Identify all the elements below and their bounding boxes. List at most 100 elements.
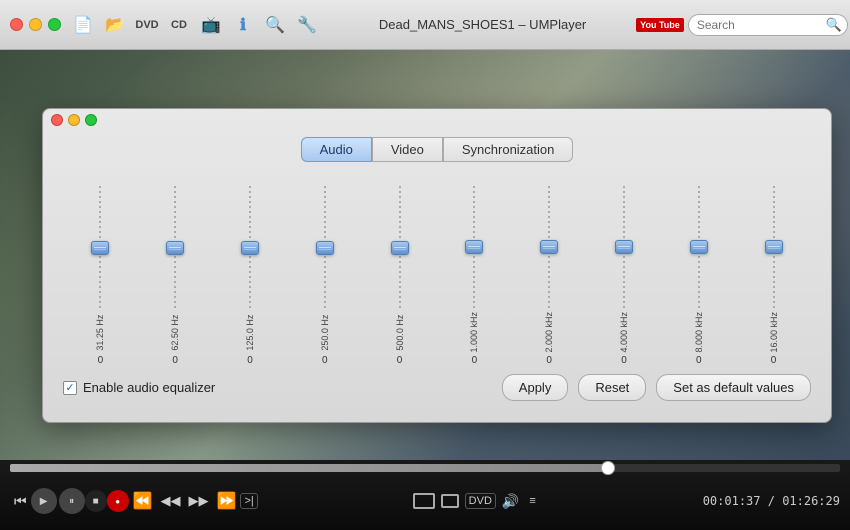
- close-window-button[interactable]: [10, 18, 23, 31]
- eq-handle-5[interactable]: [465, 240, 483, 254]
- eq-slider-4[interactable]: [388, 186, 412, 309]
- eq-label-2: 125.0 Hz: [245, 313, 255, 353]
- window-controls: [0, 18, 61, 31]
- enable-equalizer-checkbox[interactable]: ✓: [63, 381, 77, 395]
- prev-button[interactable]: ⏪: [129, 489, 157, 513]
- eq-handle-2[interactable]: [241, 241, 259, 255]
- rewind-button[interactable]: ◀◀: [157, 491, 185, 511]
- eq-slider-3[interactable]: [313, 186, 337, 309]
- fullscreen-icon[interactable]: [413, 493, 435, 509]
- reset-button[interactable]: Reset: [578, 374, 646, 401]
- tv-icon[interactable]: 📺: [197, 11, 225, 39]
- dialog-window-controls: [51, 114, 97, 126]
- tab-video[interactable]: Video: [372, 137, 443, 162]
- eq-handle-3[interactable]: [316, 241, 334, 255]
- cd-icon[interactable]: CD: [165, 11, 193, 39]
- eq-handle-0[interactable]: [91, 241, 109, 255]
- dvd-icon[interactable]: DVD: [133, 11, 161, 39]
- window-title: Dead_MANS_SHOES1 – UMPlayer: [329, 17, 636, 32]
- play-button[interactable]: ▶: [31, 488, 57, 514]
- eq-handle-1[interactable]: [166, 241, 184, 255]
- apply-button[interactable]: Apply: [502, 374, 569, 401]
- time-separator: /: [761, 494, 783, 508]
- eq-slider-9[interactable]: [762, 186, 786, 308]
- eq-handle-7[interactable]: [615, 240, 633, 254]
- search-input[interactable]: [688, 14, 848, 36]
- equalizer-bands: 31.25 Hz062.50 Hz0125.0 Hz0250.0 Hz0500.…: [43, 166, 831, 366]
- eq-value-8: 0: [696, 355, 702, 366]
- title-bar: 📄 📂 DVD CD 📺 ℹ 🔍 🔧 Dead_MANS_SHOES1 – UM…: [0, 0, 850, 50]
- equalizer-bottom-controls: ✓ Enable audio equalizer Apply Reset Set…: [43, 366, 831, 401]
- eq-band-7: 4.000 kHz0: [612, 186, 636, 366]
- eq-slider-2[interactable]: [238, 186, 262, 309]
- eq-value-6: 0: [546, 355, 552, 366]
- eq-label-0: 31.25 Hz: [95, 313, 105, 353]
- time-current: 00:01:37: [703, 494, 761, 508]
- stop-button[interactable]: ■: [85, 490, 107, 512]
- eq-handle-9[interactable]: [765, 240, 783, 254]
- eq-label-4: 500.0 Hz: [395, 313, 405, 353]
- youtube-badge: You Tube: [636, 18, 684, 32]
- pause-button[interactable]: ⏸: [59, 488, 85, 514]
- volume-icon: 🔊: [502, 493, 519, 510]
- dialog-titlebar: [43, 109, 831, 131]
- dialog-minimize-button[interactable]: [68, 114, 80, 126]
- eq-value-3: 0: [322, 355, 328, 366]
- eq-slider-7[interactable]: [612, 186, 636, 308]
- eq-value-1: 0: [172, 355, 178, 366]
- minimize-window-button[interactable]: [29, 18, 42, 31]
- enable-equalizer-text: Enable audio equalizer: [83, 380, 215, 395]
- eq-band-3: 250.0 Hz0: [313, 186, 337, 366]
- info-icon[interactable]: ℹ: [229, 11, 257, 39]
- time-total: 01:26:29: [782, 494, 840, 508]
- eq-slider-5[interactable]: [462, 186, 486, 308]
- eq-slider-8[interactable]: [687, 186, 711, 308]
- search-area: You Tube 🔍: [636, 14, 842, 36]
- eq-label-5: 1.000 kHz: [469, 312, 479, 353]
- record-button[interactable]: ●: [107, 490, 129, 512]
- forward-button[interactable]: ▶▶: [185, 491, 213, 511]
- enable-equalizer-label[interactable]: ✓ Enable audio equalizer: [63, 380, 215, 395]
- eq-slider-0[interactable]: [88, 186, 112, 309]
- eq-band-8: 8.000 kHz0: [687, 186, 711, 366]
- prev-chapter-button[interactable]: ⏮: [10, 491, 31, 512]
- dvd-menu-button[interactable]: DVD: [465, 493, 496, 509]
- tab-synchronization[interactable]: Synchronization: [443, 137, 574, 162]
- progress-bar[interactable]: [10, 464, 840, 472]
- playlist-button[interactable]: ≡: [525, 493, 539, 509]
- eq-value-4: 0: [397, 355, 403, 366]
- eq-label-7: 4.000 kHz: [619, 312, 629, 353]
- windowed-icon[interactable]: [441, 494, 459, 508]
- eq-band-9: 16.00 kHz 0: [762, 186, 786, 366]
- dialog-close-button[interactable]: [51, 114, 63, 126]
- maximize-window-button[interactable]: [48, 18, 61, 31]
- dialog-maximize-button[interactable]: [85, 114, 97, 126]
- dialog-tabs: Audio Video Synchronization: [43, 131, 831, 166]
- search-button[interactable]: 🔍: [826, 17, 842, 33]
- right-controls: DVD 🔊 ≡: [413, 493, 540, 510]
- next-button[interactable]: ⏩: [213, 489, 241, 513]
- settings-icon[interactable]: 🔧: [293, 11, 321, 39]
- open-file-icon[interactable]: 📂: [101, 11, 129, 39]
- eq-handle-8[interactable]: [690, 240, 708, 254]
- frame-step-button[interactable]: >|: [240, 493, 257, 509]
- eq-slider-6[interactable]: [537, 186, 561, 308]
- eq-label-9: 16.00 kHz: [769, 312, 779, 353]
- eq-value-9: 0: [771, 355, 777, 366]
- set-default-button[interactable]: Set as default values: [656, 374, 811, 401]
- eq-value-2: 0: [247, 355, 253, 366]
- eq-handle-4[interactable]: [391, 241, 409, 255]
- player-controls: ⏮ ▶ ⏸ ■ ● ⏪ ◀◀ ▶▶ ⏩ >| DVD 🔊 ≡ 00:01:37 …: [0, 472, 850, 530]
- eq-band-6: 2.000 kHz 0: [537, 186, 561, 366]
- eq-label-1: 62.50 Hz: [170, 313, 180, 353]
- eq-label-6: 2.000 kHz: [544, 312, 554, 353]
- tab-audio[interactable]: Audio: [301, 137, 372, 162]
- new-file-icon[interactable]: 📄: [69, 11, 97, 39]
- player-bar: ⏮ ▶ ⏸ ■ ● ⏪ ◀◀ ▶▶ ⏩ >| DVD 🔊 ≡ 00:01:37 …: [0, 460, 850, 530]
- eq-slider-1[interactable]: [163, 186, 187, 309]
- progress-thumb[interactable]: [601, 461, 615, 475]
- eq-handle-6[interactable]: [540, 240, 558, 254]
- progress-fill: [10, 464, 608, 472]
- toolbar: 📄 📂 DVD CD 📺 ℹ 🔍 🔧: [61, 11, 329, 39]
- zoom-icon[interactable]: 🔍: [261, 11, 289, 39]
